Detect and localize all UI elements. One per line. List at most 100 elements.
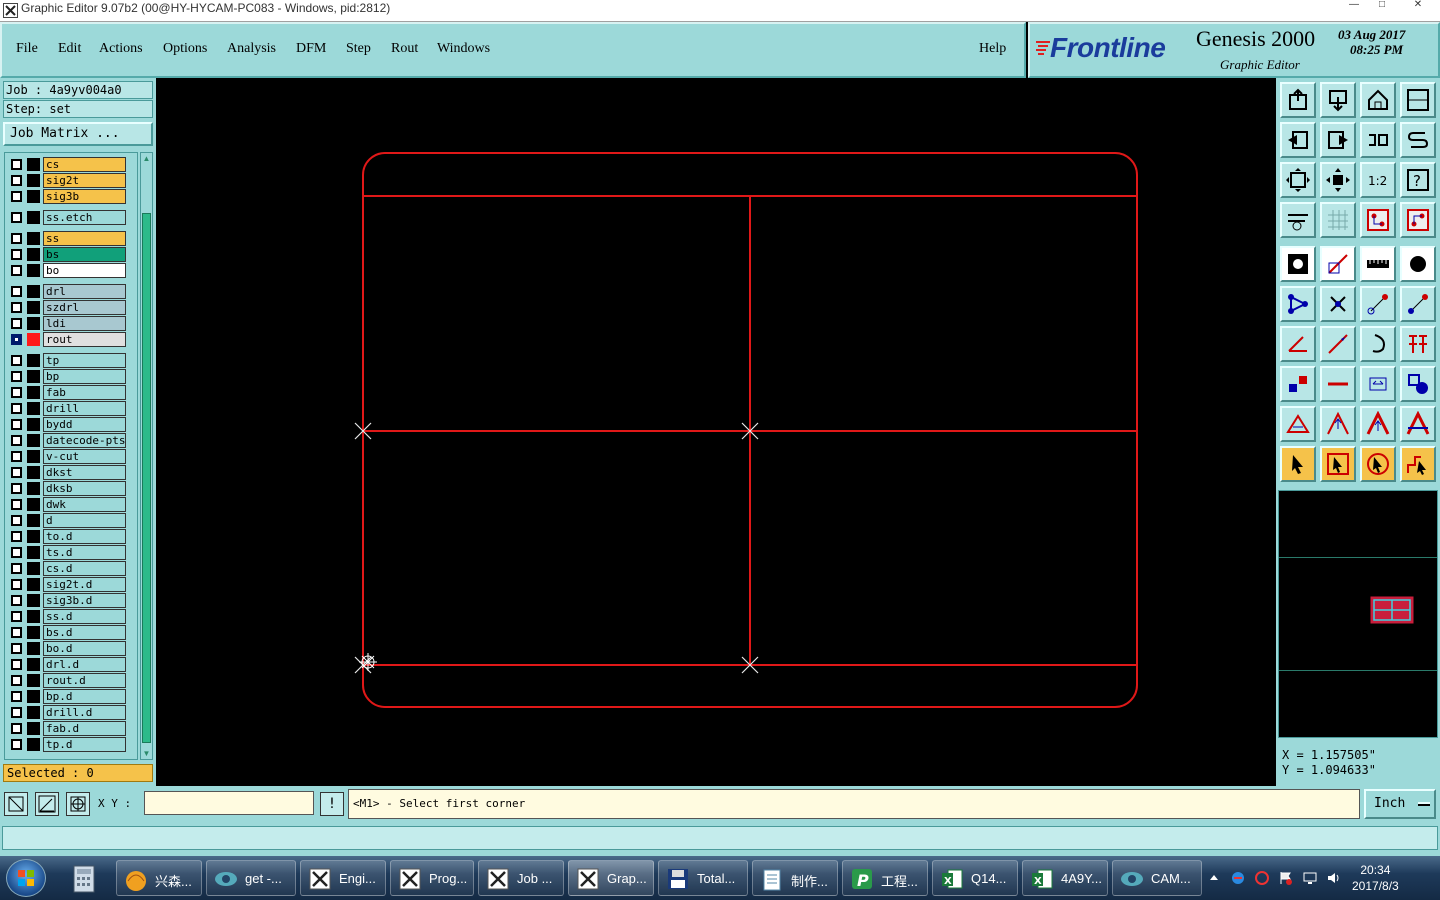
layer-color-swatch[interactable] xyxy=(27,674,40,687)
layer-name[interactable]: ss.etch xyxy=(43,210,126,225)
layer-name[interactable]: bydd xyxy=(43,417,126,432)
layer-checkbox[interactable] xyxy=(11,419,22,430)
zoom-fit-button[interactable] xyxy=(1280,162,1316,198)
layer-row-bp.d[interactable]: bp.d xyxy=(7,689,137,704)
taskbar-button-2[interactable]: Engi... xyxy=(300,860,386,896)
scroll-up-icon[interactable]: ▲ xyxy=(141,153,152,164)
resize-button[interactable] xyxy=(1360,366,1396,402)
layer-name[interactable]: ss xyxy=(43,231,126,246)
layer-row-sig3b.d[interactable]: sig3b.d xyxy=(7,593,137,608)
taskbar-button-10[interactable]: X 4A9Y... xyxy=(1022,860,1108,896)
layer-checkbox[interactable] xyxy=(11,265,22,276)
layer-row-szdrl[interactable]: szdrl xyxy=(7,300,137,315)
layer-color-swatch[interactable] xyxy=(27,722,40,735)
layer-name[interactable]: ldi xyxy=(43,316,126,331)
layer-row-sig2t.d[interactable]: sig2t.d xyxy=(7,577,137,592)
layer-checkbox[interactable] xyxy=(11,467,22,478)
taskbar-button-0[interactable]: 兴森... xyxy=(116,860,202,896)
layer-checkbox[interactable] xyxy=(11,595,22,606)
layer-checkbox[interactable] xyxy=(11,643,22,654)
layer-row-ss.etch[interactable]: ss.etch xyxy=(7,210,137,225)
xy-input[interactable] xyxy=(144,791,314,815)
layer-row-cs[interactable]: cs xyxy=(7,157,137,172)
layer-row-bo[interactable]: bo xyxy=(7,263,137,278)
layer-row-drl.d[interactable]: drl.d xyxy=(7,657,137,672)
layer-name[interactable]: bp xyxy=(43,369,126,384)
layer-row-v-cut[interactable]: v-cut xyxy=(7,449,137,464)
layer-row-drill.d[interactable]: drill.d xyxy=(7,705,137,720)
minimize-button[interactable]: — xyxy=(1340,0,1368,10)
layer-row-ldi[interactable]: ldi xyxy=(7,316,137,331)
peak-button[interactable] xyxy=(1320,406,1356,442)
layer-name[interactable]: fab xyxy=(43,385,126,400)
layer-name[interactable]: rout xyxy=(43,332,126,347)
layer-checkbox[interactable] xyxy=(11,691,22,702)
connect-nodes-button[interactable] xyxy=(1280,286,1316,322)
layer-name[interactable]: ss.d xyxy=(43,609,126,624)
tray-volume-icon[interactable] xyxy=(1326,870,1342,886)
layer-color-swatch[interactable] xyxy=(27,301,40,314)
layer-checkbox[interactable] xyxy=(11,515,22,526)
layer-checkbox[interactable] xyxy=(11,659,22,670)
layer-row-drl[interactable]: drl xyxy=(7,284,137,299)
layer-name[interactable]: drill xyxy=(43,401,126,416)
layer-name[interactable]: sig3b.d xyxy=(43,593,126,608)
layer-checkbox[interactable] xyxy=(11,355,22,366)
circle-pad-button[interactable] xyxy=(1400,246,1436,282)
measure-tool-button[interactable] xyxy=(1280,202,1316,238)
layer-row-bo.d[interactable]: bo.d xyxy=(7,641,137,656)
taskbar-button-1[interactable]: get -... xyxy=(206,860,296,896)
layer-checkbox[interactable] xyxy=(11,483,22,494)
layer-name[interactable]: fab.d xyxy=(43,721,126,736)
layer-checkbox[interactable] xyxy=(11,499,22,510)
select-box-button[interactable] xyxy=(1320,446,1356,482)
layer-checkbox[interactable] xyxy=(11,675,22,686)
taskbar-button-6[interactable]: Total... xyxy=(658,860,748,896)
layer-checkbox[interactable] xyxy=(11,212,22,223)
layer-row-bs.d[interactable]: bs.d xyxy=(7,625,137,640)
cross-select-button[interactable] xyxy=(1320,286,1356,322)
triangle-button[interactable] xyxy=(1280,406,1316,442)
layer-color-swatch[interactable] xyxy=(27,354,40,367)
grid-mode-button[interactable] xyxy=(66,792,90,816)
layer-name[interactable]: ts.d xyxy=(43,545,126,560)
start-button[interactable] xyxy=(6,859,46,897)
layer-row-sig3b[interactable]: sig3b xyxy=(7,189,137,204)
layer-name[interactable]: drill.d xyxy=(43,705,126,720)
layer-checkbox[interactable] xyxy=(11,302,22,313)
layer-name[interactable]: drl.d xyxy=(43,657,126,672)
menu-help[interactable]: Help xyxy=(979,41,1006,57)
layer-name[interactable]: rout.d xyxy=(43,673,126,688)
scrollbar-thumb[interactable] xyxy=(142,213,151,743)
menu-dfm[interactable]: DFM xyxy=(296,41,326,57)
layer-list-scrollbar[interactable]: ▲ ▼ xyxy=(140,152,153,760)
scroll-down-icon[interactable]: ▼ xyxy=(141,748,152,759)
layer-color-swatch[interactable] xyxy=(27,738,40,751)
layer-color-swatch[interactable] xyxy=(27,386,40,399)
layer-row-dkst[interactable]: dkst xyxy=(7,465,137,480)
layer-name[interactable]: sig3b xyxy=(43,189,126,204)
layer-name[interactable]: cs.d xyxy=(43,561,126,576)
rotate-arc-button[interactable] xyxy=(1360,326,1396,362)
line-draw-button[interactable] xyxy=(1320,246,1356,282)
layer-color-swatch[interactable] xyxy=(27,578,40,591)
arch-alt-button[interactable] xyxy=(1400,406,1436,442)
menu-file[interactable]: File xyxy=(16,41,38,57)
query-button[interactable]: ? xyxy=(1400,162,1436,198)
graphic-canvas[interactable] xyxy=(156,78,1276,786)
line-red-button[interactable] xyxy=(1320,366,1356,402)
pinned-calculator[interactable] xyxy=(66,862,102,896)
job-matrix-button[interactable]: Job Matrix ... xyxy=(3,122,153,146)
layer-name[interactable]: bs.d xyxy=(43,625,126,640)
layer-color-swatch[interactable] xyxy=(27,264,40,277)
layer-color-swatch[interactable] xyxy=(27,402,40,415)
layer-color-swatch[interactable] xyxy=(27,466,40,479)
layer-color-swatch[interactable] xyxy=(27,317,40,330)
units-select[interactable]: Inch xyxy=(1364,789,1436,819)
taskbar-button-5[interactable]: Grap... xyxy=(568,860,654,896)
menu-windows[interactable]: Windows xyxy=(437,41,490,57)
layer-color-swatch[interactable] xyxy=(27,418,40,431)
layer-checkbox[interactable] xyxy=(11,531,22,542)
layer-name[interactable]: drl xyxy=(43,284,126,299)
layer-row-tp.d[interactable]: tp.d xyxy=(7,737,137,752)
